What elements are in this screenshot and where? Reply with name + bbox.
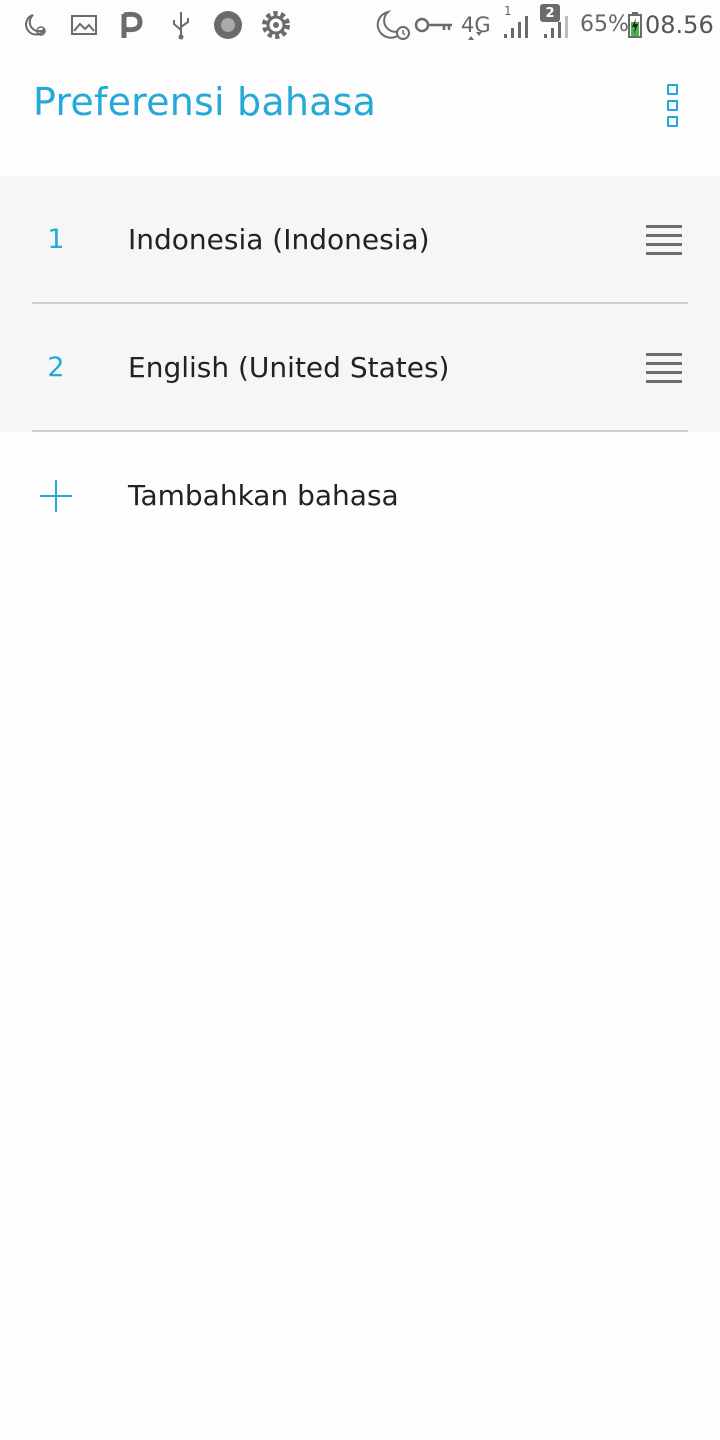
menu-dot <box>666 99 678 111</box>
status-bar: 4G 1 2 65% 08.56 <box>0 0 720 50</box>
page-title: Preferensi bahasa <box>33 80 377 124</box>
add-language-button[interactable]: Tambahkan bahasa <box>0 432 720 560</box>
language-rank: 2 <box>47 352 65 383</box>
do-not-disturb-alarm-icon <box>376 8 412 42</box>
language-item-indonesia[interactable]: 1 Indonesia (Indonesia) <box>0 176 720 304</box>
signal-sim1-icon <box>502 8 534 42</box>
language-name: Indonesia (Indonesia) <box>128 223 430 256</box>
record-icon <box>212 8 244 42</box>
battery-percent: 65% <box>580 12 629 37</box>
menu-dot <box>666 83 678 95</box>
signal-sim2-icon <box>542 8 574 42</box>
clock: 08.56 <box>645 11 714 39</box>
plus-icon <box>40 480 72 512</box>
menu-dot <box>666 115 678 127</box>
drag-handle-icon[interactable] <box>640 353 688 383</box>
image-icon <box>70 8 98 42</box>
drag-handle-icon[interactable] <box>640 225 688 255</box>
app-bar: Preferensi bahasa <box>0 50 720 176</box>
add-language-label: Tambahkan bahasa <box>128 479 399 512</box>
vpn-key-icon <box>414 8 454 42</box>
language-rank: 1 <box>47 224 65 255</box>
do-not-disturb-alarm-icon <box>22 8 50 42</box>
language-name: English (United States) <box>128 351 450 384</box>
data-activity-icon <box>466 30 484 42</box>
battery-charging-icon <box>627 8 643 42</box>
usb-icon <box>168 8 194 42</box>
language-list: 1 Indonesia (Indonesia) 2 English (Unite… <box>0 176 720 432</box>
overflow-menu-icon[interactable] <box>652 80 692 130</box>
language-item-english[interactable]: 2 English (United States) <box>0 304 720 432</box>
settings-gear-icon <box>259 8 293 42</box>
p-app-icon <box>118 8 146 42</box>
